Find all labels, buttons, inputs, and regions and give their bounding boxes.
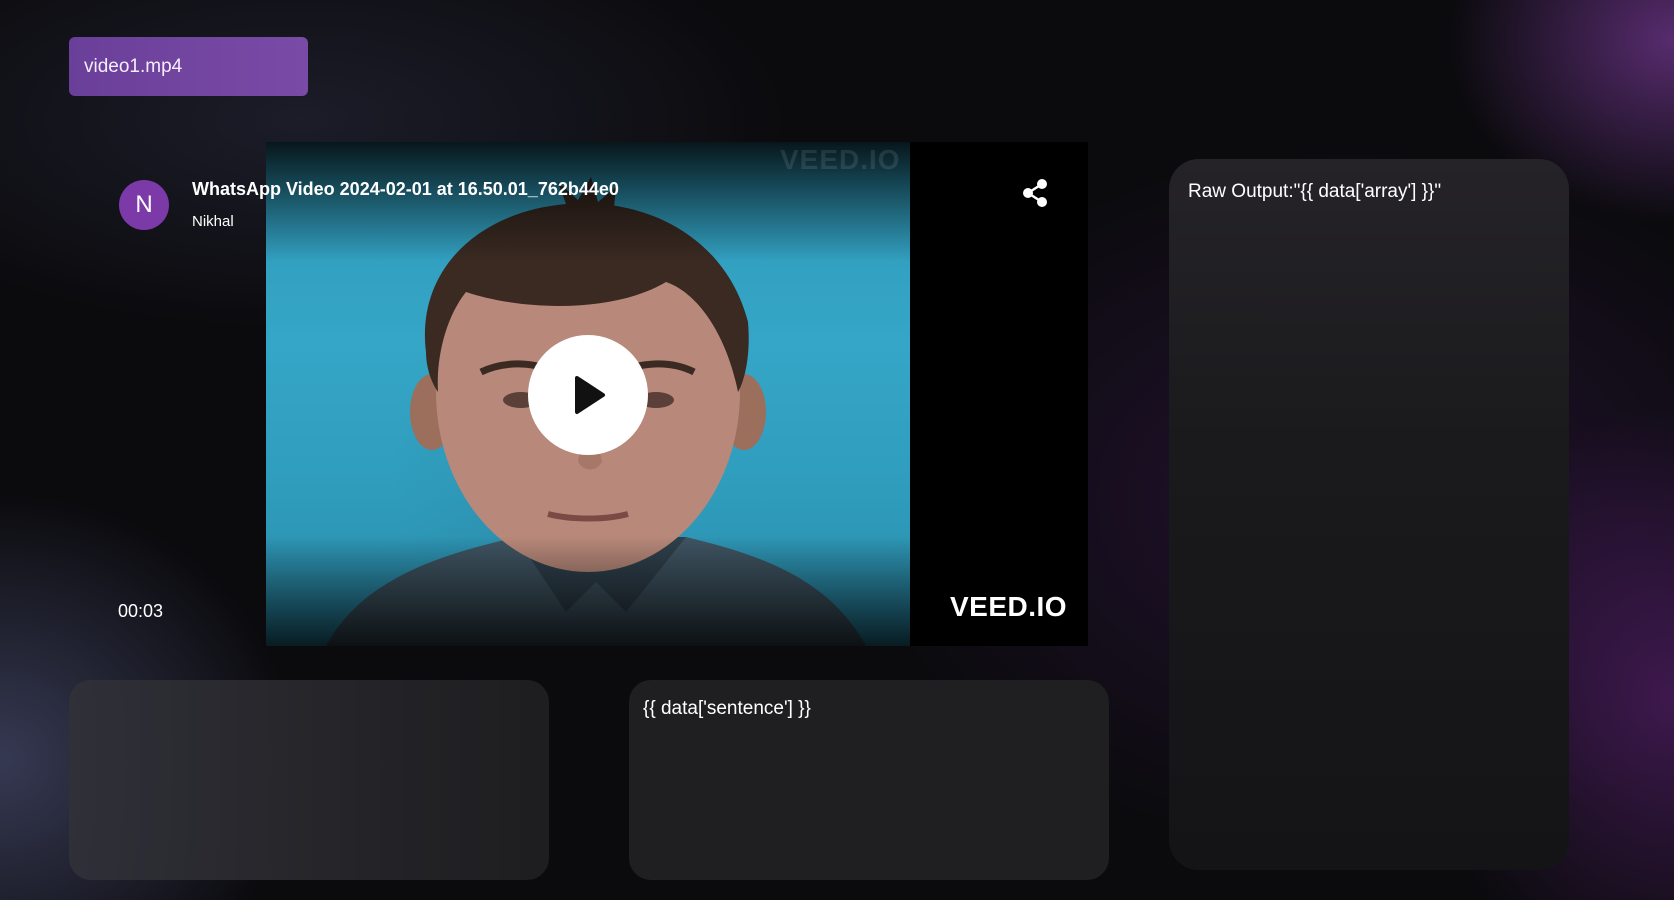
- file-selector-button[interactable]: video1.mp4: [69, 37, 308, 96]
- share-icon: [1023, 179, 1047, 207]
- watermark-faint: VEED.IO: [780, 144, 901, 175]
- share-button[interactable]: [1018, 176, 1052, 210]
- raw-output-text: Raw Output:"{{ data['array'] }}": [1188, 181, 1442, 202]
- raw-output-panel: Raw Output:"{{ data['array'] }}": [1169, 159, 1569, 870]
- play-button[interactable]: [528, 335, 648, 455]
- sentence-panel: {{ data['sentence'] }}: [629, 680, 1109, 880]
- veed-watermark: VEED.IO: [950, 591, 1068, 622]
- video-timestamp: 00:03: [118, 601, 164, 621]
- avatar: N: [119, 180, 169, 230]
- video-player[interactable]: VEED.IO VEED.IO: [266, 142, 1088, 646]
- video-author: Nikhal: [192, 213, 234, 230]
- top-gradient-overlay: [266, 142, 1088, 262]
- play-icon: [575, 376, 605, 414]
- video-title: WhatsApp Video 2024-02-01 at 16.50.01_76…: [192, 179, 619, 199]
- output-panel-left: [69, 680, 549, 880]
- sentence-text: {{ data['sentence'] }}: [643, 698, 811, 719]
